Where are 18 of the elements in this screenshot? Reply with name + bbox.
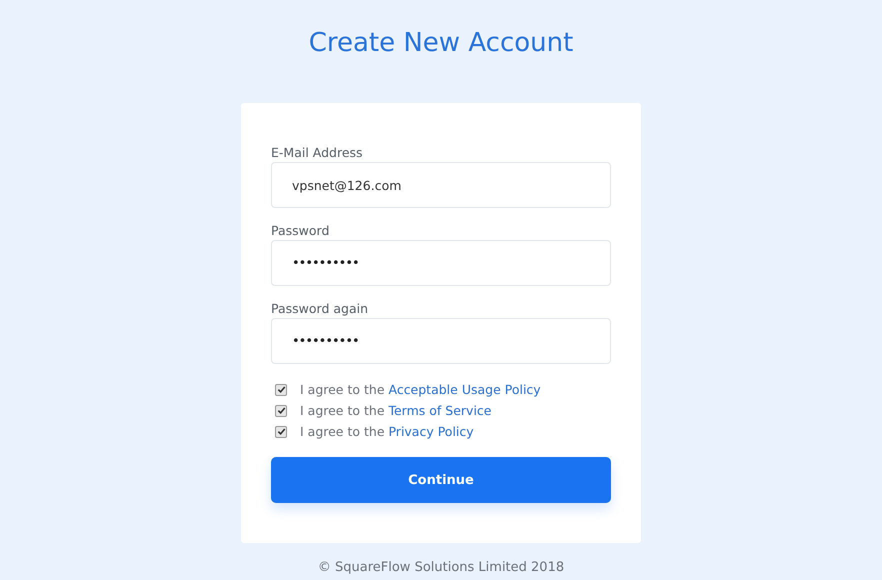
email-field[interactable]: vpsnet@126.com <box>271 162 611 208</box>
policy-link[interactable]: Privacy Policy <box>388 424 474 439</box>
field-label: E-Mail Address <box>271 144 364 161</box>
field-label: Password <box>271 222 330 239</box>
policy-link[interactable]: Acceptable Usage Policy <box>388 382 541 397</box>
password-field[interactable]: •••••••••• <box>271 318 611 364</box>
agreement-text: I agree to the Terms of Service <box>300 403 492 418</box>
checkbox[interactable] <box>275 404 287 416</box>
field-label: Password again <box>271 300 370 317</box>
continue-button[interactable]: Continue <box>271 457 611 503</box>
checkbox[interactable] <box>275 384 287 396</box>
agreement-text: I agree to the Privacy Policy <box>300 424 474 439</box>
copyright-text: © SquareFlow Solutions Limited 2018 <box>318 560 564 576</box>
password-field[interactable]: •••••••••• <box>271 240 611 286</box>
agreement-text: I agree to the Acceptable Usage Policy <box>300 382 541 397</box>
page-title: Create New Account <box>308 27 574 59</box>
checkbox[interactable] <box>275 426 287 438</box>
policy-link[interactable]: Terms of Service <box>388 403 492 418</box>
